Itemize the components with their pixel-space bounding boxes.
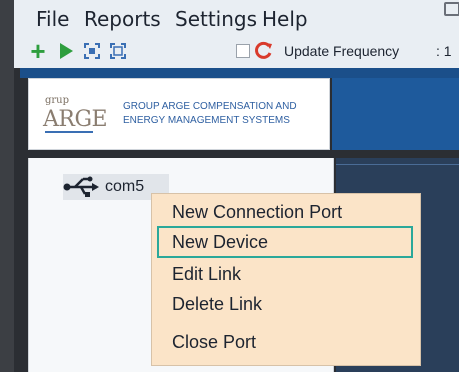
company-logo-panel: grup ARGE GROUP ARGE COMPENSATION AND EN… [28, 78, 330, 150]
app-window: File Reports Settings Help + Update Freq… [0, 0, 459, 372]
menu-item-edit-link[interactable]: Edit Link [172, 264, 241, 285]
menu-reports[interactable]: Reports [84, 7, 161, 31]
capture-icon[interactable] [80, 39, 104, 63]
window-left-edge [0, 0, 14, 372]
menu-bar: File Reports Settings Help [14, 0, 459, 36]
panel-rule [336, 164, 459, 165]
tree-node-label: com5 [105, 178, 145, 195]
toolbar: + Update Frequency : 1 [14, 36, 459, 68]
menu-settings[interactable]: Settings [175, 7, 257, 31]
update-frequency-label: Update Frequency [284, 43, 400, 59]
add-icon[interactable]: + [26, 38, 50, 64]
window-icon [444, 2, 459, 16]
header-band [20, 68, 459, 78]
logo-underline [45, 131, 93, 133]
update-checkbox[interactable] [236, 44, 250, 58]
update-frequency-value: : 1 [436, 43, 452, 59]
context-menu: New Connection Port New Device Edit Link… [151, 193, 421, 366]
company-tagline: GROUP ARGE COMPENSATION AND ENERGY MANAG… [123, 101, 297, 126]
menu-item-new-device[interactable]: New Device [172, 232, 268, 253]
menu-item-new-connection-port[interactable]: New Connection Port [172, 202, 342, 223]
menu-item-delete-link[interactable]: Delete Link [172, 294, 262, 315]
header-blue-area [332, 78, 459, 150]
menu-help[interactable]: Help [262, 7, 308, 31]
menu-item-close-port[interactable]: Close Port [172, 332, 256, 353]
logo-arge-text: ARGE [43, 107, 108, 132]
play-icon[interactable] [54, 39, 78, 63]
refresh-icon[interactable] [252, 39, 276, 63]
logo-grup-text: grup [45, 95, 70, 106]
panel-separator [20, 150, 332, 158]
usb-icon [63, 176, 99, 203]
menu-file[interactable]: File [36, 7, 69, 31]
frame-icon[interactable] [106, 39, 130, 63]
arge-logo: grup ARGE [39, 93, 109, 137]
